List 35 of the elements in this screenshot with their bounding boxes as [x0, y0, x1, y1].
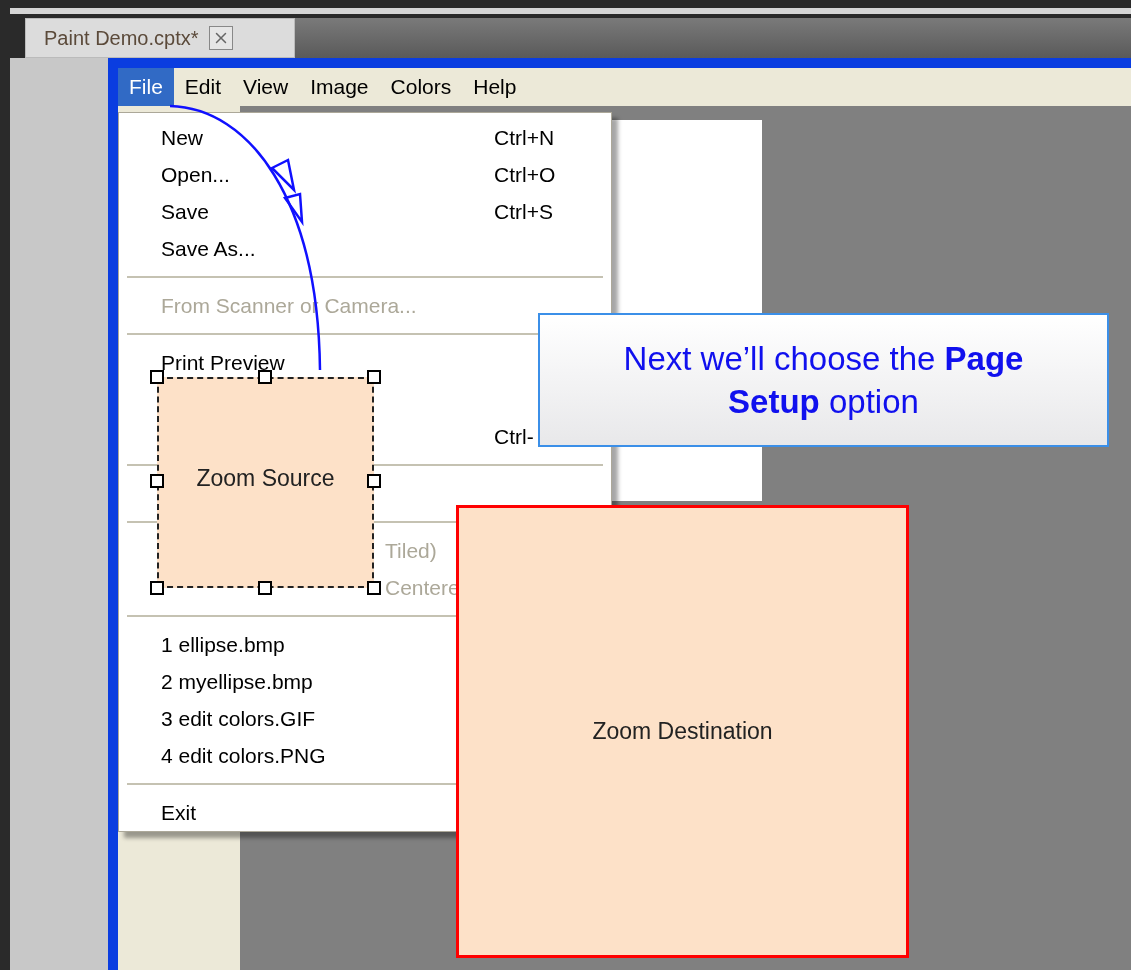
- menu-bar-item[interactable]: View: [232, 68, 300, 106]
- shortcut-label: Ctrl-: [494, 423, 534, 450]
- menu-bar-item[interactable]: Help: [462, 68, 528, 106]
- menu-bar-item[interactable]: Edit: [173, 68, 233, 106]
- resize-handle[interactable]: [150, 370, 164, 384]
- resize-handle[interactable]: [258, 370, 272, 384]
- menu-item[interactable]: 3 edit colors.GIF: [161, 708, 316, 729]
- zoom-destination-box[interactable]: Zoom Destination: [456, 505, 909, 958]
- document-tab[interactable]: Paint Demo.cptx*: [25, 18, 295, 58]
- menu-item[interactable]: Exit: [161, 802, 196, 823]
- menu-item[interactable]: 1 ellipse.bmp: [161, 634, 285, 655]
- menu-bar-item[interactable]: File: [118, 68, 174, 106]
- resize-handle[interactable]: [367, 474, 381, 488]
- menu-item[interactable]: Save: [161, 201, 209, 222]
- caption-text: Next we’ll choose the Page Setup option: [622, 339, 1025, 422]
- caption-box[interactable]: Next we’ll choose the Page Setup option: [538, 313, 1109, 447]
- resize-handle[interactable]: [258, 581, 272, 595]
- menu-item[interactable]: New: [161, 127, 203, 148]
- resize-handle[interactable]: [367, 581, 381, 595]
- menu-item[interactable]: Open...: [161, 164, 230, 185]
- menu-bar-item[interactable]: Colors: [379, 68, 463, 106]
- zoom-source-label: Zoom Source: [196, 464, 335, 494]
- menu-bar-item[interactable]: Image: [299, 68, 380, 106]
- close-icon[interactable]: [208, 26, 233, 50]
- resize-handle[interactable]: [150, 474, 164, 488]
- menu-item[interactable]: Print Preview: [161, 352, 285, 373]
- shortcut-label: Ctrl+N: [494, 124, 555, 151]
- resize-handle[interactable]: [150, 581, 164, 595]
- zoom-destination-label: Zoom Destination: [592, 717, 773, 747]
- shortcut-label: Ctrl+O: [494, 161, 556, 188]
- menu-item[interactable]: Save As...: [161, 238, 256, 259]
- shortcut-label: Ctrl+S: [494, 198, 553, 225]
- menu-item[interactable]: 4 edit colors.PNG: [161, 745, 326, 766]
- resize-handle[interactable]: [367, 370, 381, 384]
- menu-item[interactable]: 2 myellipse.bmp: [161, 671, 313, 692]
